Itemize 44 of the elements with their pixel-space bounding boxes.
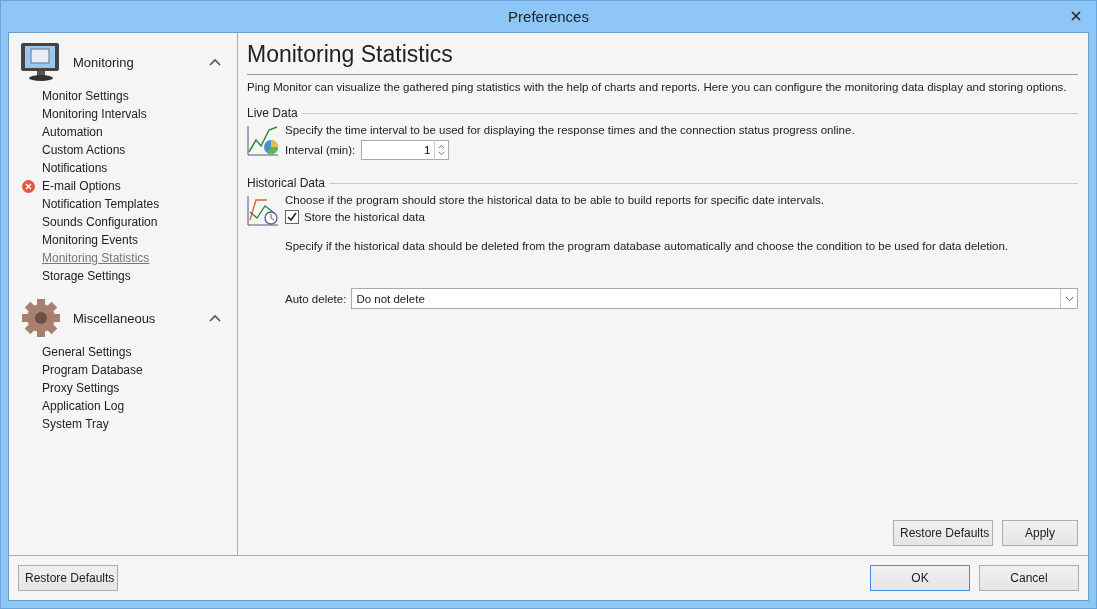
sidebar-item[interactable]: Monitoring Events — [42, 233, 139, 247]
section-heading: Live Data — [247, 106, 298, 120]
sidebar-item[interactable]: Proxy Settings — [42, 381, 120, 395]
sidebar-item[interactable]: Monitor Settings — [42, 89, 129, 103]
sidebar-item[interactable]: Notification Templates — [42, 197, 160, 211]
ok-button[interactable]: OK — [870, 565, 970, 591]
group-header[interactable]: Miscellaneous — [73, 310, 209, 326]
sidebar-item[interactable]: Application Log — [42, 399, 125, 413]
page-title: Monitoring Statistics — [247, 39, 1078, 75]
spinner-arrows-icon[interactable] — [435, 140, 450, 160]
section-heading: Historical Data — [247, 176, 326, 190]
section-text: Specify if the historical data should be deleted from the program database automatically and choose the condition to be used for data deletion. — [285, 240, 1009, 252]
checkbox-label[interactable]: Store the historical data — [304, 211, 425, 223]
window-title: Preferences — [508, 8, 589, 25]
sidebar-item[interactable]: Notifications — [42, 161, 108, 175]
sidebar-item[interactable]: System Tray — [42, 417, 109, 431]
restore-defaults-button[interactable]: Restore Defaults — [893, 520, 993, 546]
field-label: Interval (min): — [285, 144, 356, 156]
description-text: Ping Monitor can visualize the gathered ping statistics with the help of charts and reports. Here you can configure the monitoring data display and storing options. — [247, 81, 1068, 94]
sidebar-item[interactable]: Monitoring Intervals — [42, 107, 147, 121]
section-text: Choose if the program should store the historical data to be able to build reports for specific date intervals. — [285, 194, 825, 206]
chart-icon — [247, 124, 279, 156]
sidebar-item[interactable]: Monitoring Statistics — [42, 251, 150, 265]
sidebar-item[interactable]: Automation — [42, 125, 103, 139]
store-checkbox[interactable] — [285, 210, 299, 224]
sidebar-item[interactable]: Storage Settings — [42, 269, 131, 283]
sidebar-item[interactable]: E-mail Options — [42, 179, 121, 193]
field-label: Auto delete: — [285, 292, 347, 305]
sidebar-item[interactable]: Sounds Configuration — [42, 215, 158, 229]
apply-button[interactable]: Apply — [1002, 520, 1078, 546]
chart-clock-icon — [247, 194, 279, 226]
chevron-icon[interactable] — [209, 58, 221, 66]
gear-icon — [19, 297, 63, 339]
sidebar-item[interactable]: Custom Actions — [42, 143, 126, 157]
sidebar-item[interactable]: General Settings — [42, 345, 132, 359]
chevron-icon[interactable] — [209, 314, 221, 322]
interval-field[interactable]: 1 — [361, 140, 436, 160]
close-icon[interactable] — [1071, 11, 1081, 21]
sidebar-item[interactable]: Program Database — [42, 363, 143, 377]
cancel-button[interactable]: Cancel — [979, 565, 1079, 591]
auto-delete-dropdown[interactable]: Do not delete — [351, 288, 1078, 309]
restore-defaults-button[interactable]: Restore Defaults — [18, 565, 118, 591]
group-header[interactable]: Monitoring — [73, 54, 209, 70]
section-text: Specify the time interval to be used for displaying the response times and the connection status progress online. — [285, 124, 855, 136]
